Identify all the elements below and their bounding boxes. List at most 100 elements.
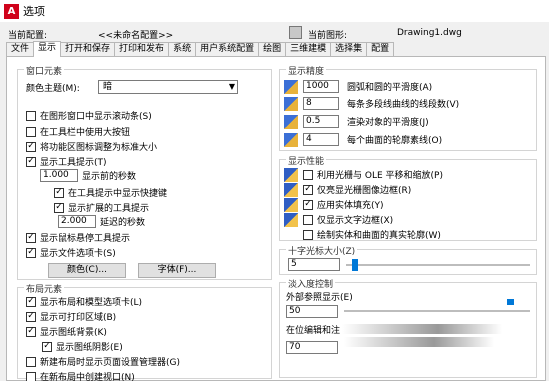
tab-3d-modeling[interactable]: 三维建模 <box>285 42 332 57</box>
current-config-label: 当前配置: <box>8 31 48 41</box>
resize-ribbon-option[interactable]: ✓ 将功能区图标调整为标准大小 <box>26 140 157 153</box>
checkbox-checked[interactable]: ✓ <box>303 199 313 210</box>
printable-area-option[interactable]: ✓ 显示可打印区域(B) <box>26 310 116 323</box>
extended-tooltips-label: 显示扩展的工具提示 <box>68 204 150 214</box>
inplace-edit-input[interactable]: 70 <box>286 341 338 354</box>
window-elements-title: 窗口元素 <box>24 64 65 77</box>
paper-background-label: 显示图纸背景(K) <box>40 328 107 338</box>
checkbox-checked[interactable]: ✓ <box>54 187 64 198</box>
tab-system[interactable]: 系统 <box>168 42 197 57</box>
checkbox[interactable] <box>303 214 313 225</box>
config-row: 当前配置: <<未命名配置>> 当前图形: Drawing1.dwg <box>8 26 538 41</box>
xref-slider-thumb[interactable] <box>507 299 514 305</box>
arc-smoothness-row: 1000 圆弧和圆的平滑度(A) <box>284 79 432 94</box>
large-buttons-option[interactable]: 在工具栏中使用大按钮 <box>26 125 130 138</box>
crosshair-size-group: 十字光标大小(Z) 5 <box>279 244 537 275</box>
checkbox-checked[interactable]: ✓ <box>26 232 36 243</box>
paper-background-option[interactable]: ✓ 显示图纸背景(K) <box>26 325 107 338</box>
highlight-raster-frame-option[interactable]: ✓ 仅亮显光栅图像边框(R) <box>284 182 412 197</box>
display-resolution-icon <box>284 132 298 147</box>
highlight-raster-frame-label: 仅亮显光栅图像边框(R) <box>317 186 412 196</box>
display-performance-icon <box>284 167 298 182</box>
tooltips-label: 显示工具提示(T) <box>40 158 107 168</box>
extended-tooltips-option[interactable]: ✓ 显示扩展的工具提示 <box>54 201 149 214</box>
checkbox-checked[interactable]: ✓ <box>26 156 36 167</box>
display-resolution-title: 显示精度 <box>286 64 327 77</box>
checkbox[interactable] <box>26 110 36 121</box>
solid-fill-option[interactable]: ✓ 应用实体填充(Y) <box>284 197 384 212</box>
file-tabs-option[interactable]: ✓ 显示文件选项卡(S) <box>26 246 116 259</box>
rollover-option[interactable]: ✓ 显示鼠标悬停工具提示 <box>26 231 130 244</box>
inplace-edit-label: 在位编辑和注 <box>286 326 341 336</box>
tab-open-save[interactable]: 打开和保存 <box>60 42 116 57</box>
checkbox-checked[interactable]: ✓ <box>26 311 36 322</box>
checkbox[interactable] <box>26 126 36 137</box>
pan-zoom-raster-option[interactable]: 利用光栅与 OLE 平移和缩放(P) <box>284 167 443 182</box>
contour-lines-label: 每个曲面的轮廓素线(O) <box>347 136 443 146</box>
page-setup-manager-option[interactable]: 新建布局时显示页面设置管理器(G) <box>26 355 180 368</box>
contour-lines-input[interactable]: 4 <box>303 133 339 146</box>
checkbox[interactable] <box>303 229 313 240</box>
scrollbars-label: 在图形窗口中显示滚动条(S) <box>40 112 152 122</box>
file-tabs-label: 显示文件选项卡(S) <box>40 249 116 259</box>
checkbox[interactable] <box>26 371 36 381</box>
chevron-down-icon: ▼ <box>228 82 235 91</box>
contour-lines-row: 4 每个曲面的轮廓素线(O) <box>284 132 443 147</box>
display-tab-panel: 窗口元素 颜色主题(M): 暗 ▼ 在图形窗口中显示滚动条(S) 在工具栏中使用… <box>6 56 546 381</box>
true-silhouettes-option[interactable]: 绘制实体和曲面的真实轮廓(W) <box>303 228 441 241</box>
crosshair-size-input[interactable]: 5 <box>288 258 340 271</box>
checkbox-checked[interactable]: ✓ <box>54 202 64 213</box>
fonts-button[interactable]: 字体(F)... <box>138 263 216 278</box>
tab-profiles[interactable]: 配置 <box>366 42 395 57</box>
solid-fill-label: 应用实体填充(Y) <box>317 201 384 211</box>
checkbox[interactable] <box>26 356 36 367</box>
layout-model-tabs-option[interactable]: ✓ 显示布局和模型选项卡(L) <box>26 295 142 308</box>
tooltips-option[interactable]: ✓ 显示工具提示(T) <box>26 155 107 168</box>
tab-files[interactable]: 文件 <box>6 42 35 57</box>
checkbox[interactable] <box>303 169 313 180</box>
fade-control-title: 淡入度控制 <box>286 277 336 290</box>
tab-drafting[interactable]: 绘图 <box>258 42 287 57</box>
checkbox-checked[interactable]: ✓ <box>26 141 36 152</box>
checkbox-checked[interactable]: ✓ <box>303 184 313 195</box>
scrollbars-option[interactable]: 在图形窗口中显示滚动条(S) <box>26 109 152 122</box>
tab-user-preferences[interactable]: 用户系统配置 <box>195 42 260 57</box>
checkbox-checked[interactable]: ✓ <box>26 296 36 307</box>
checkbox-checked[interactable]: ✓ <box>26 326 36 337</box>
crosshair-size-slider[interactable] <box>346 264 530 266</box>
crosshair-slider-thumb[interactable] <box>352 259 359 271</box>
current-drawing-label: 当前图形: <box>308 31 348 41</box>
display-resolution-group: 显示精度 1000 圆弧和圆的平滑度(A) 8 每条多段线曲线的线段数(V) 0.5… <box>279 64 537 151</box>
ext-delay-input[interactable]: 2.000 <box>58 215 96 228</box>
rendered-smoothness-row: 0.5 渲染对象的平滑度(J) <box>284 114 429 129</box>
display-performance-icon <box>284 182 298 197</box>
display-resolution-icon <box>284 96 298 111</box>
colors-button[interactable]: 颜色(C)... <box>48 263 126 278</box>
text-frame-option[interactable]: 仅显示文字边框(X) <box>284 212 393 227</box>
tooltip-delay-input[interactable]: 1.000 <box>40 169 78 182</box>
ext-delay-label: 延迟的秒数 <box>100 218 146 228</box>
create-viewport-option[interactable]: 在新布局中创建视口(N) <box>26 370 135 381</box>
rendered-smoothness-label: 渲染对象的平滑度(J) <box>347 118 429 128</box>
tab-selection[interactable]: 选择集 <box>330 42 368 57</box>
rollover-label: 显示鼠标悬停工具提示 <box>40 234 131 244</box>
arc-smoothness-input[interactable]: 1000 <box>303 80 339 93</box>
checkbox-checked[interactable]: ✓ <box>42 341 52 352</box>
paper-shadow-option[interactable]: ✓ 显示图纸阴影(E) <box>42 340 123 353</box>
pan-zoom-raster-label: 利用光栅与 OLE 平移和缩放(P) <box>317 171 443 181</box>
rendered-smoothness-input[interactable]: 0.5 <box>303 115 339 128</box>
crosshair-size-title: 十字光标大小(Z) <box>286 244 358 257</box>
shortcut-keys-option[interactable]: ✓ 在工具提示中显示快捷键 <box>54 186 167 199</box>
xref-display-slider[interactable] <box>344 310 530 312</box>
large-buttons-label: 在工具栏中使用大按钮 <box>40 128 131 138</box>
color-theme-select[interactable]: 暗 ▼ <box>98 80 238 94</box>
tab-display[interactable]: 显示 <box>33 41 62 57</box>
color-theme-value: 暗 <box>103 82 113 92</box>
tab-plot-publish[interactable]: 打印和发布 <box>114 42 170 57</box>
checkbox-checked[interactable]: ✓ <box>26 247 36 258</box>
layout-elements-group: 布局元素 ✓ 显示布局和模型选项卡(L) ✓ 显示可打印区域(B) ✓ 显示图纸背景(… <box>17 282 272 381</box>
xref-display-input[interactable]: 50 <box>286 305 338 318</box>
polyline-segments-input[interactable]: 8 <box>303 97 339 110</box>
tab-strip: 文件 显示 打开和保存 打印和发布 系统 用户系统配置 绘图 三维建模 选择集 … <box>6 41 395 57</box>
layout-elements-title: 布局元素 <box>24 282 65 295</box>
